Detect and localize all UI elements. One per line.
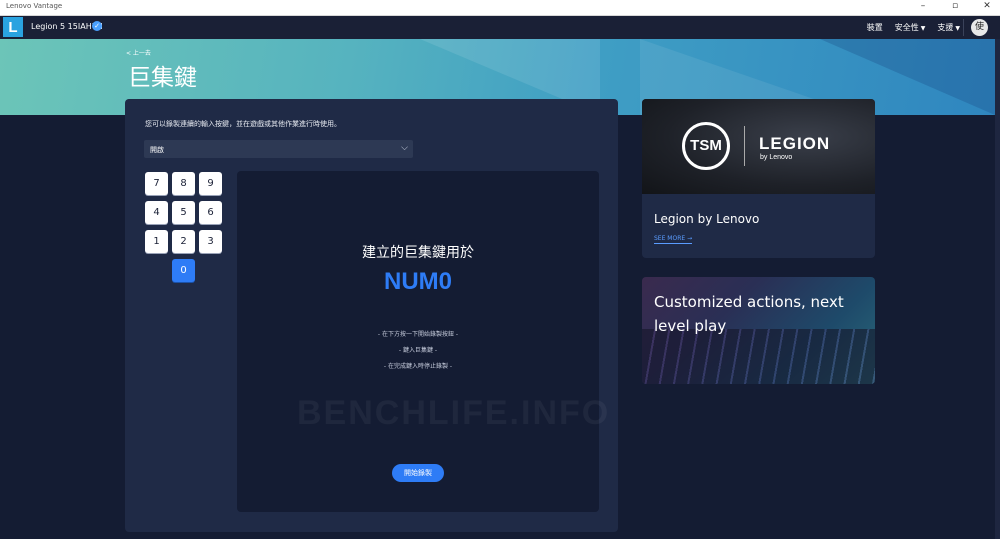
top-nav: 裝置 安全性 ▼ 支援 ▼ [867,22,960,33]
watermark: BENCHLIFE.INFO [297,394,611,432]
nav-item-security[interactable]: 安全性 ▼ [895,22,926,33]
legion-logo-sub: by Lenovo [760,154,793,161]
page-title: 巨集鍵 [128,65,197,91]
keypad-key-5[interactable]: 5 [172,201,195,224]
chevron-down-icon: ▼ [920,25,926,32]
select-value: 開啟 [150,146,164,154]
keypad-key-7[interactable]: 7 [145,172,168,195]
legion-promo-card[interactable]: TSM LEGION by Lenovo Legion by Lenovo SE… [642,99,875,258]
keypad-key-8[interactable]: 8 [172,172,195,195]
customized-actions-card[interactable]: Customized actions, next level play [642,277,875,384]
keypad-key-3[interactable]: 3 [199,230,222,253]
maximize-button[interactable]: ▫ [950,1,960,11]
macro-mode-select[interactable]: 開啟 ⌵ [144,140,413,158]
chevron-down-icon: ▼ [955,25,960,32]
customized-card-title: Customized actions, next level play [654,293,844,335]
keypad-key-9[interactable]: 9 [199,172,222,195]
keypad-key-2[interactable]: 2 [172,230,195,253]
macro-description: 您可以錄製連續的輸入按鍵，並在遊戲或其他作業進行時使用。 [145,120,341,128]
legion-card-title: Legion by Lenovo [654,212,760,226]
record-step: - 在完成鍵入時停止錄製 - [383,363,453,370]
minimize-button[interactable]: – [918,1,928,11]
record-title: 建立的巨集鍵用於 [362,245,474,261]
chevron-down-icon: ⌵ [401,143,408,153]
scrollbar[interactable] [995,39,1000,539]
record-key-name: NUM0 [383,268,452,295]
keypad-key-4[interactable]: 4 [145,201,168,224]
record-step: - 鍵入巨集鍵 - [398,347,438,354]
app-header: L Legion 5 15IAH7H ✓ 裝置 安全性 ▼ 支援 ▼ 使 [0,16,1000,39]
tsm-logo: TSM [682,122,730,170]
user-avatar[interactable]: 使 [971,19,988,36]
back-link[interactable]: < 上一去 [126,48,151,57]
start-recording-button[interactable]: 開始錄製 [392,464,444,482]
verified-check-icon: ✓ [92,21,102,31]
window-controls: – ▫ ✕ [918,1,992,11]
keypad-key-6[interactable]: 6 [199,201,222,224]
vantage-logo-icon[interactable]: L [3,17,23,37]
keypad-key-0[interactable]: 0 [172,259,195,282]
legion-promo-image: TSM LEGION by Lenovo [642,99,875,194]
see-more-link[interactable]: SEE MORE → [654,235,693,244]
close-button[interactable]: ✕ [982,1,992,11]
window-title: Lenovo Vantage [6,2,63,10]
macro-record-panel: 建立的巨集鍵用於 NUM0 - 在下方按一下開始錄製按鈕 - - 鍵入巨集鍵 -… [237,171,608,512]
record-step: - 在下方按一下開始錄製按鈕 - [377,331,459,338]
macro-key-card: 您可以錄製連續的輸入按鍵，並在遊戲或其他作業進行時使用。 開啟 ⌵ 7 8 9 … [125,99,618,532]
os-titlebar: Lenovo Vantage – ▫ ✕ [0,0,1000,16]
nav-divider [963,19,964,36]
legion-logo: LEGION [759,134,831,153]
keypad-key-1[interactable]: 1 [145,230,168,253]
nav-item-support[interactable]: 支援 ▼ [937,22,960,33]
nav-item-device[interactable]: 裝置 [867,22,883,33]
